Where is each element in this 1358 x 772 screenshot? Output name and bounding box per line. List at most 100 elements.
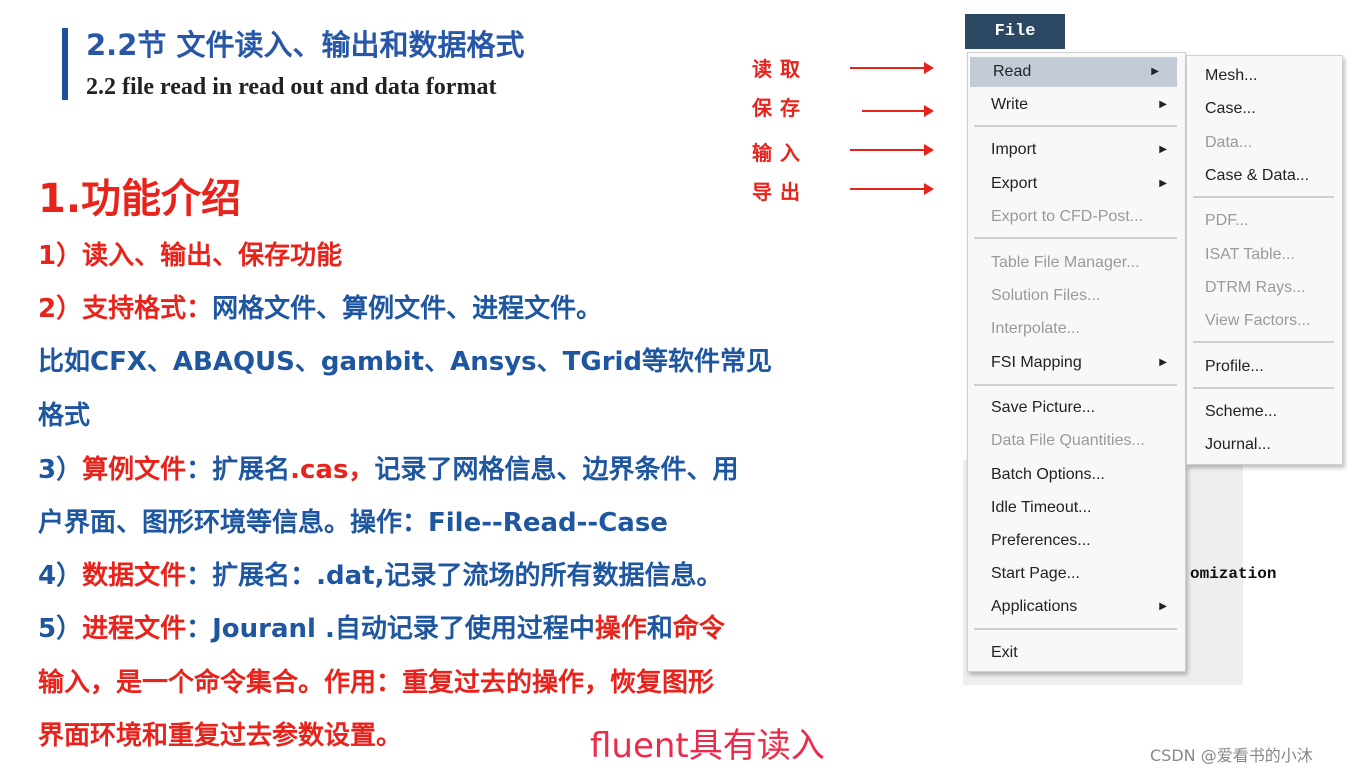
menu-item-data[interactable]: Data... — [1187, 128, 1342, 158]
submenu-arrow-icon: ▶ — [1159, 144, 1167, 155]
menu-item-exit[interactable]: Exit — [968, 638, 1185, 668]
menu-item-label: Mesh... — [1205, 67, 1258, 84]
menu-item-label: Scheme... — [1205, 403, 1278, 420]
menu-item-import[interactable]: Import ▶ — [968, 135, 1185, 165]
watermark: CSDN @爱看书的小沐 — [1150, 746, 1313, 765]
text: 记录了网格信息、边界条件、用 — [374, 455, 739, 485]
menu-item-label: Profile... — [1205, 358, 1264, 375]
menu-item-label: FSI Mapping — [991, 354, 1082, 371]
menu-item-label: PDF... — [1205, 212, 1249, 229]
text: 户界面、图形环境等信息。操作：File--Read--Case — [38, 508, 668, 538]
text: 输入，是一个命令集合。作用：重复过去的操作，恢复图形 — [38, 668, 715, 698]
text: 5） — [38, 614, 83, 644]
section-heading: 1.功能介绍 — [38, 176, 242, 222]
submenu-arrow-icon: ▶ — [1159, 99, 1167, 110]
menu-item-label: Interpolate... — [991, 320, 1080, 337]
menu-item-label: Journal... — [1205, 436, 1271, 453]
menu-item-label: Save Picture... — [991, 399, 1096, 416]
text: 4） — [38, 561, 83, 591]
text-line-3: 比如CFX、ABAQUS、gambit、Ansys、TGrid等软件常见 — [38, 341, 772, 378]
arrow-right-icon — [850, 144, 934, 156]
text: 1）读入、输出、保存功能 — [38, 241, 343, 271]
menu-item-label: Case... — [1205, 100, 1256, 117]
menu-separator — [974, 237, 1177, 239]
label-export: 导出 — [752, 180, 808, 204]
arrow-right-icon — [850, 62, 934, 74]
text-line-4: 格式 — [38, 395, 90, 432]
menu-item-data-file-quantities[interactable]: Data File Quantities... — [968, 426, 1185, 456]
menu-item-batch-options[interactable]: Batch Options... — [968, 460, 1185, 490]
menu-item-export-to-cfd-post[interactable]: Export to CFD-Post... — [968, 202, 1185, 232]
text: ：Jouranl .自动记录了使用过程中 — [186, 614, 595, 644]
menu-item-label: Exit — [991, 644, 1018, 661]
menu-item-label: Idle Timeout... — [991, 499, 1092, 516]
menu-item-save-picture[interactable]: Save Picture... — [968, 393, 1185, 423]
text: 进程文件 — [82, 614, 187, 644]
caption: fluent具有读入 — [590, 726, 825, 766]
menu-item-table-file-manager[interactable]: Table File Manager... — [968, 248, 1185, 278]
submenu-arrow-icon: ▶ — [1159, 601, 1167, 612]
menu-item-case-data[interactable]: Case & Data... — [1187, 161, 1342, 191]
menu-separator — [974, 125, 1177, 127]
menu-item-label: Table File Manager... — [991, 254, 1140, 271]
text-line-9: 输入，是一个命令集合。作用：重复过去的操作，恢复图形 — [38, 662, 714, 699]
menu-item-label: Import — [991, 141, 1037, 158]
text: 数据文件 — [82, 561, 187, 591]
menu-item-fsi-mapping[interactable]: FSI Mapping ▶ — [968, 348, 1185, 378]
menu-item-profile[interactable]: Profile... — [1187, 352, 1342, 382]
label-import: 输入 — [752, 141, 808, 165]
menu-separator — [1193, 387, 1334, 389]
label-read: 读取 — [752, 57, 808, 81]
slide-subtitle: 2.2 file read in read out and data forma… — [86, 74, 497, 100]
menu-item-mesh[interactable]: Mesh... — [1187, 61, 1342, 91]
menu-item-idle-timeout[interactable]: Idle Timeout... — [968, 493, 1185, 523]
menu-item-isat-table[interactable]: ISAT Table... — [1187, 240, 1342, 270]
text: .cas， — [290, 455, 375, 485]
menu-item-interpolate[interactable]: Interpolate... — [968, 314, 1185, 344]
menu-item-pdf[interactable]: PDF... — [1187, 206, 1342, 236]
menu-item-label: Applications — [991, 598, 1078, 615]
menu-separator — [1193, 341, 1334, 343]
menu-item-solution-files[interactable]: Solution Files... — [968, 281, 1185, 311]
menu-item-label: View Factors... — [1205, 312, 1311, 329]
text: 操作 — [594, 614, 647, 644]
text-line-7: 4）数据文件：扩展名：.dat,记录了流场的所有数据信息。 — [38, 555, 722, 592]
console-text: omization — [1190, 565, 1277, 583]
text: 算例文件 — [82, 455, 187, 485]
menu-item-read[interactable]: Read ▶ — [970, 57, 1177, 87]
menu-item-label: Data... — [1205, 134, 1253, 151]
menu-item-label: Start Page... — [991, 565, 1080, 582]
menu-item-preferences[interactable]: Preferences... — [968, 526, 1185, 556]
menu-item-label: Batch Options... — [991, 466, 1105, 483]
label-save: 保存 — [752, 96, 808, 120]
menu-item-journal[interactable]: Journal... — [1187, 430, 1342, 460]
text-line-2: 2）支持格式：网格文件、算例文件、进程文件。 — [38, 288, 602, 325]
text: 格式 — [38, 401, 91, 431]
menu-item-dtrm-rays[interactable]: DTRM Rays... — [1187, 273, 1342, 303]
arrow-right-icon — [862, 105, 934, 117]
menu-item-label: Read — [993, 63, 1032, 80]
text: 3） — [38, 455, 83, 485]
menu-item-applications[interactable]: Applications ▶ — [968, 592, 1185, 622]
menu-item-label: Write — [991, 96, 1029, 113]
menu-item-scheme[interactable]: Scheme... — [1187, 397, 1342, 427]
menu-separator — [1193, 196, 1334, 198]
menu-item-label: Export to CFD-Post... — [991, 208, 1144, 225]
menu-item-label: Case & Data... — [1205, 167, 1310, 184]
menu-item-write[interactable]: Write ▶ — [968, 90, 1185, 120]
submenu-arrow-icon: ▶ — [1159, 178, 1167, 189]
file-menu-button[interactable]: File — [965, 14, 1065, 49]
text-line-6: 户界面、图形环境等信息。操作：File--Read--Case — [38, 502, 668, 539]
submenu-arrow-icon: ▶ — [1159, 357, 1167, 368]
menu-item-export[interactable]: Export ▶ — [968, 169, 1185, 199]
text: 2）支持格式： — [38, 294, 213, 324]
menu-item-label: ISAT Table... — [1205, 246, 1295, 263]
menu-item-label: Solution Files... — [991, 287, 1101, 304]
menu-item-view-factors[interactable]: View Factors... — [1187, 306, 1342, 336]
menu-item-case[interactable]: Case... — [1187, 94, 1342, 124]
text: 界面环境和重复过去参数设置。 — [38, 721, 403, 751]
menu-item-start-page[interactable]: Start Page... — [968, 559, 1185, 589]
text: 和 — [646, 614, 673, 644]
text-line-1: 1）读入、输出、保存功能 — [38, 235, 342, 272]
text: ：扩展名：.dat,记录了流场的所有数据信息。 — [186, 561, 723, 591]
